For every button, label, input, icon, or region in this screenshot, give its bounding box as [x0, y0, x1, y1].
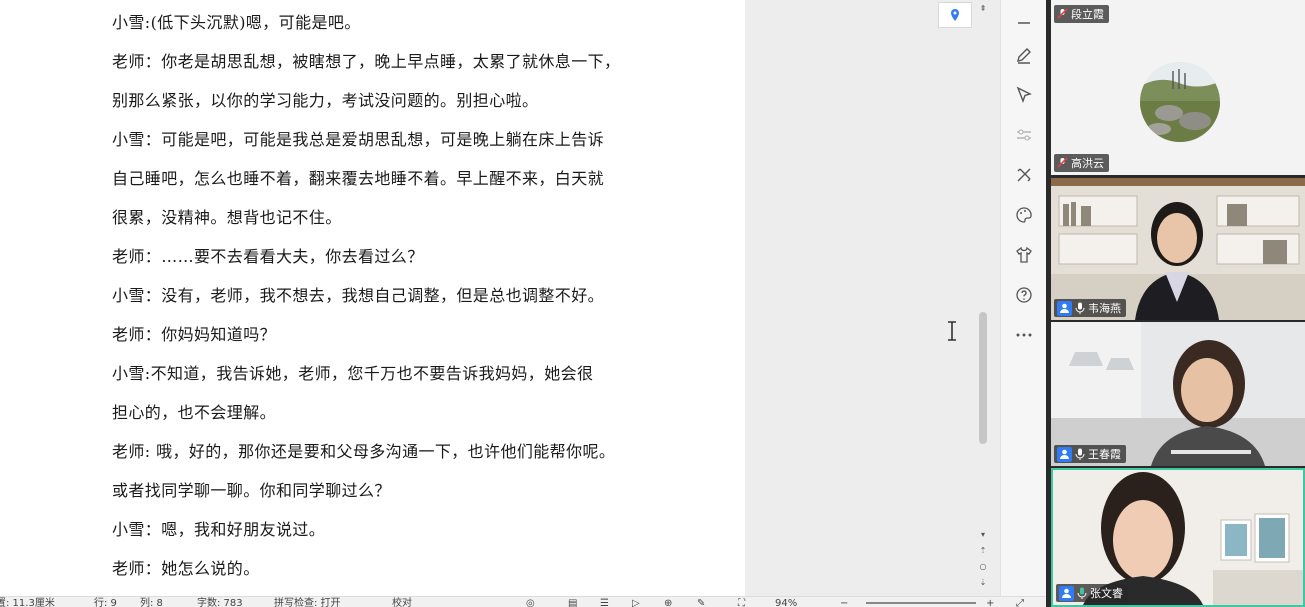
more-icon [1016, 333, 1032, 337]
eye-icon[interactable]: ◎ [526, 598, 535, 607]
participant-name-tag: 王春霞 [1054, 445, 1126, 463]
status-col: 列: 8 [140, 598, 163, 607]
web-view-icon[interactable]: ⊕ [664, 598, 672, 607]
paragraph[interactable]: 老师：你妈妈知道吗？ [112, 321, 276, 345]
zoom-slider[interactable] [866, 602, 976, 604]
status-wordcount[interactable]: 字数: 783 [197, 598, 243, 607]
help-button[interactable] [1009, 280, 1039, 310]
play-icon[interactable]: ▷ [632, 598, 640, 607]
palette-icon [1016, 207, 1032, 223]
user-icon [1057, 300, 1072, 316]
participant-name: 韦海燕 [1088, 302, 1121, 315]
participant-tile[interactable]: 王春霞 [1051, 322, 1305, 466]
avatar [1140, 62, 1220, 142]
participant-tile[interactable]: 高洪云 [1051, 27, 1305, 175]
scrollbar-thumb[interactable] [979, 312, 987, 444]
user-icon [1059, 585, 1074, 601]
mic-muted-icon [1057, 8, 1068, 19]
participant-tile[interactable]: 韦海燕 [1051, 178, 1305, 320]
paragraph[interactable]: 老师：……要不去看看大夫，你去看过么？ [112, 243, 424, 267]
mic-speaking-icon [1077, 587, 1087, 599]
scroll-down-icon[interactable]: ▾ [978, 530, 988, 540]
page-view-icon[interactable]: ▤ [568, 598, 577, 607]
paragraph[interactable]: 别那么紧张，以你的学习能力，考试没问题的。别担心啦。 [112, 87, 538, 111]
status-spellcheck[interactable]: 拼写检查: 打开 [274, 598, 341, 607]
paragraph[interactable]: 小雪：可能是吧，可能是我总是爱胡思乱想，可是晚上躺在床上告诉 [112, 126, 604, 150]
tools-button[interactable] [1009, 160, 1039, 190]
zoom-out-icon[interactable]: − [840, 598, 848, 607]
participant-tile-active[interactable]: 张文睿 [1051, 468, 1305, 607]
text-cursor-icon [948, 321, 956, 341]
scroll-top-icon[interactable]: ⇞ [978, 4, 988, 14]
paragraph[interactable]: 小雪：嗯，我和好朋友说过。 [112, 516, 325, 540]
pointer-icon [1016, 86, 1032, 103]
mic-icon [1075, 302, 1085, 314]
paragraph[interactable]: 或者找同学聊一聊。你和同学聊过么？ [112, 477, 391, 501]
status-bar: 置: 11.3厘米 行: 9 列: 8 字数: 783 拼写检查: 打开 校对 … [0, 596, 1046, 607]
outline-view-icon[interactable]: ☰ [600, 598, 609, 607]
paragraph[interactable]: 老师：你老是胡思乱想，被瞎想了，晚上早点睡，太累了就休息一下， [112, 48, 620, 72]
participant-name: 高洪云 [1071, 157, 1104, 170]
shirt-icon [1016, 246, 1032, 263]
theme-button[interactable] [1009, 240, 1039, 270]
mic-muted-icon [1057, 157, 1068, 168]
status-position: 置: 11.3厘米 [0, 598, 55, 607]
fit-page-icon[interactable]: ⛶ [738, 598, 745, 607]
fullscreen-icon[interactable]: ⤢ [1016, 598, 1024, 607]
document-page[interactable]: 小雪:(低下头沉默)嗯，可能是吧。 老师：你老是胡思乱想，被瞎想了，晚上早点睡，… [0, 0, 745, 596]
adjust-button[interactable] [1009, 120, 1039, 150]
select-object-icon[interactable]: ○ [978, 562, 988, 572]
paragraph[interactable]: 担心的，也不会理解。 [112, 399, 276, 423]
participant-name: 王春霞 [1088, 448, 1121, 461]
tools-icon [1017, 168, 1031, 182]
participant-tile[interactable]: 段立霞 [1051, 0, 1305, 27]
pen-tool-button[interactable] [1009, 41, 1039, 71]
user-icon [1057, 446, 1072, 462]
zoom-level[interactable]: 94% [775, 598, 797, 607]
minus-icon [1018, 22, 1030, 24]
location-pin-icon [951, 9, 959, 21]
paragraph[interactable]: 小雪:(低下头沉默)嗯，可能是吧。 [112, 9, 361, 33]
paragraph[interactable]: 很累，没精神。想背也记不住。 [112, 204, 342, 228]
document-canvas: 小雪:(低下头沉默)嗯，可能是吧。 老师：你老是胡思乱想，被瞎想了，晚上早点睡，… [0, 0, 1000, 596]
participant-name-tag: 段立霞 [1054, 5, 1109, 23]
sliders-icon [1017, 129, 1031, 141]
paragraph[interactable]: 老师: 哦，好的，那你还是要和父母多沟通一下，也许他们能帮你呢。 [112, 438, 615, 462]
select-tool-button[interactable] [1009, 80, 1039, 110]
video-panel: 段立霞 高洪云 韦海燕 王春霞 张文睿 [1046, 0, 1305, 607]
participant-name-tag: 高洪云 [1054, 154, 1109, 172]
paragraph[interactable]: 小雪:不知道，我告诉她，老师，您千万也不要告诉我妈妈，她会很 [112, 360, 593, 384]
zoom-in-icon[interactable]: + [986, 598, 994, 607]
participant-name: 段立霞 [1071, 8, 1104, 21]
pen-mode-icon[interactable]: ✎ [697, 598, 705, 607]
status-row: 行: 9 [94, 598, 117, 607]
help-icon [1016, 287, 1032, 303]
pen-icon [1017, 48, 1031, 64]
paragraph[interactable]: 小雪：没有，老师，我不想去，我想自己调整，但是总也调整不好。 [112, 282, 604, 306]
prev-page-icon[interactable]: ⇡ [978, 546, 988, 556]
status-proofread[interactable]: 校对 [392, 598, 412, 607]
participant-name-tag: 韦海燕 [1054, 299, 1126, 317]
next-page-icon[interactable]: ⇣ [978, 578, 988, 588]
participant-name-tag: 张文睿 [1056, 584, 1128, 602]
location-pin-button[interactable] [938, 2, 972, 28]
paragraph[interactable]: 老师：她怎么说的。 [112, 555, 260, 579]
mic-icon [1075, 448, 1085, 460]
side-tool-strip [1000, 0, 1046, 596]
format-button[interactable] [1009, 200, 1039, 230]
paragraph[interactable]: 自己睡吧，怎么也睡不着，翻来覆去地睡不着。早上醒不来，白天就 [112, 165, 604, 189]
vertical-scrollbar[interactable]: ⇞ ▾ ⇡ ○ ⇣ [976, 0, 990, 596]
collapse-button[interactable] [1009, 8, 1039, 38]
more-button[interactable] [1009, 320, 1039, 350]
participant-name: 张文睿 [1090, 587, 1123, 600]
